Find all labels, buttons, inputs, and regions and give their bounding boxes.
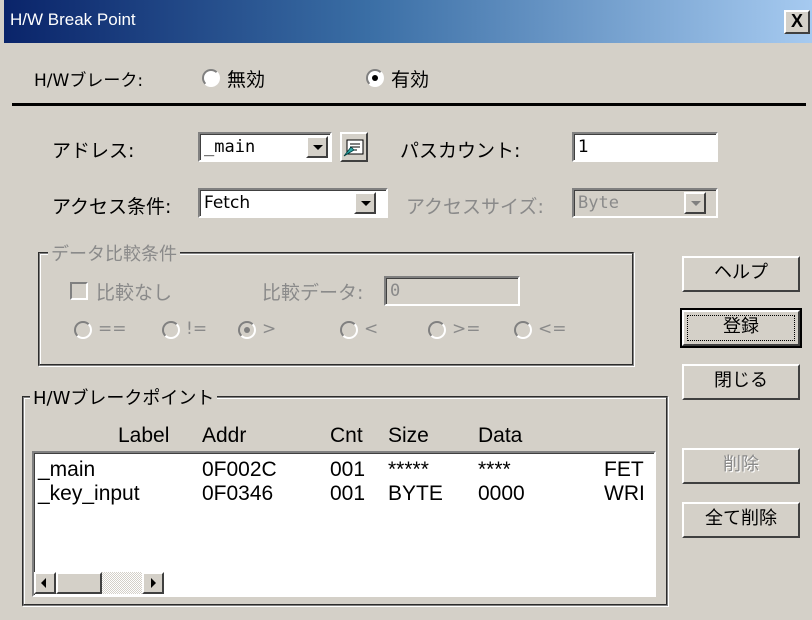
data-compare-group-title: データ比較条件	[48, 240, 180, 266]
row-1-type[interactable]: FET	[604, 458, 644, 482]
column-header-label[interactable]: Label	[118, 424, 169, 448]
separator-line	[12, 103, 806, 106]
row-1-label[interactable]: _main	[38, 458, 95, 482]
column-header-data[interactable]: Data	[478, 424, 522, 448]
row-2-cnt[interactable]: 001	[330, 482, 365, 506]
operator-lt-radio[interactable]	[340, 321, 358, 339]
pass-count-label: パスカウント:	[400, 140, 521, 162]
focus-rect	[687, 315, 795, 341]
operator-ge-radio[interactable]	[428, 321, 446, 339]
operator-le-label: <=	[538, 319, 567, 339]
operator-eq-label: ==	[98, 319, 127, 339]
address-label: アドレス:	[52, 140, 135, 162]
column-header-cnt[interactable]: Cnt	[330, 424, 363, 448]
column-header-size[interactable]: Size	[388, 424, 429, 448]
operator-lt-label: <	[364, 319, 379, 339]
compare-data-label: 比較データ:	[262, 282, 364, 304]
no-compare-checkbox[interactable]	[70, 282, 88, 300]
radio-selected-dot	[372, 75, 378, 81]
operator-eq-radio[interactable]	[74, 321, 92, 339]
hw-break-label: H/Wブレーク:	[34, 71, 144, 91]
scroll-thumb[interactable]	[56, 572, 102, 594]
address-browse-button[interactable]	[340, 132, 368, 162]
data-compare-group	[38, 252, 634, 366]
compare-data-input[interactable]: 0	[384, 276, 520, 306]
register-button[interactable]: 登録	[680, 308, 802, 348]
delete-all-button[interactable]: 全て削除	[682, 502, 800, 538]
hw-break-enabled-label: 有効	[391, 69, 430, 91]
row-2-type[interactable]: WRI	[604, 482, 645, 506]
access-condition-dropdown-button[interactable]	[354, 192, 376, 214]
window-title: H/W Break Point	[10, 10, 136, 29]
row-1-addr[interactable]: 0F002C	[202, 458, 277, 482]
row-2-addr[interactable]: 0F0346	[202, 482, 273, 506]
title-bar[interactable]: H/W Break Point X	[4, 0, 812, 43]
radio-selected-dot	[244, 327, 250, 333]
operator-gt-label: >	[262, 319, 277, 339]
access-size-label: アクセスサイズ:	[406, 196, 544, 218]
row-2-data[interactable]: 0000	[478, 482, 525, 506]
address-dropdown-button[interactable]	[306, 136, 328, 158]
scroll-right-button[interactable]	[142, 572, 164, 594]
access-condition-label: アクセス条件:	[52, 196, 172, 218]
close-window-button[interactable]: X	[784, 10, 810, 34]
column-header-addr[interactable]: Addr	[202, 424, 246, 448]
row-2-label[interactable]: _key_input	[38, 482, 140, 506]
row-1-size[interactable]: *****	[388, 458, 429, 482]
operator-ne-radio[interactable]	[162, 321, 180, 339]
hw-break-point-dialog: H/W Break Point X H/Wブレーク: 無効 有効 アドレス: _…	[0, 0, 812, 620]
row-1-cnt[interactable]: 001	[330, 458, 365, 482]
operator-ne-label: !=	[186, 319, 208, 339]
pass-count-input[interactable]: 1	[572, 132, 718, 162]
close-button[interactable]: 閉じる	[682, 364, 800, 400]
scroll-left-button[interactable]	[34, 572, 56, 594]
row-2-size[interactable]: BYTE	[388, 482, 443, 506]
hw-break-disabled-radio[interactable]	[202, 69, 220, 87]
help-button[interactable]: ヘルプ	[682, 256, 800, 292]
hw-break-disabled-label: 無効	[227, 69, 266, 91]
operator-gt-radio[interactable]	[238, 321, 256, 339]
horizontal-scrollbar[interactable]	[34, 572, 164, 594]
delete-button[interactable]: 削除	[682, 448, 800, 484]
row-1-data[interactable]: ****	[478, 458, 511, 482]
scroll-track[interactable]	[102, 572, 142, 594]
operator-ge-label: >=	[452, 319, 481, 339]
breakpoint-list-title: H/Wブレークポイント	[30, 384, 218, 410]
no-compare-label: 比較なし	[96, 282, 173, 304]
hw-break-enabled-radio[interactable]	[366, 69, 384, 87]
access-size-dropdown-button[interactable]	[684, 192, 706, 214]
operator-le-radio[interactable]	[514, 321, 532, 339]
symbol-browse-icon	[343, 139, 364, 157]
